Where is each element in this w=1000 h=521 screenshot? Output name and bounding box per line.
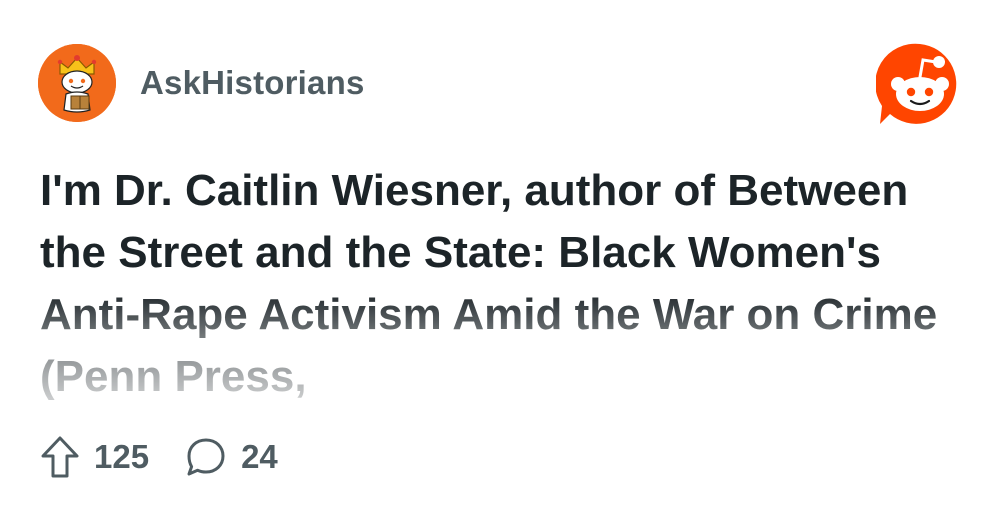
post-stats: 125 24 xyxy=(40,432,278,482)
comments-button[interactable]: 24 xyxy=(185,436,278,478)
subreddit-avatar-icon[interactable] xyxy=(38,44,116,122)
reddit-logo-icon[interactable] xyxy=(876,40,964,128)
subreddit-name[interactable]: AskHistorians xyxy=(140,64,365,102)
post-title[interactable]: I'm Dr. Caitlin Wiesner, author of Betwe… xyxy=(40,160,940,408)
comment-count: 24 xyxy=(241,438,278,475)
upvote-arrow-icon xyxy=(41,436,79,478)
comment-bubble-icon xyxy=(187,438,225,476)
upvote-count: 125 xyxy=(94,438,150,475)
upvote-button[interactable]: 125 xyxy=(40,435,149,479)
post-header: AskHistorians xyxy=(38,44,365,122)
post-card[interactable]: AskHistorians I'm Dr. Caitlin Wiesner, a… xyxy=(0,0,1000,521)
